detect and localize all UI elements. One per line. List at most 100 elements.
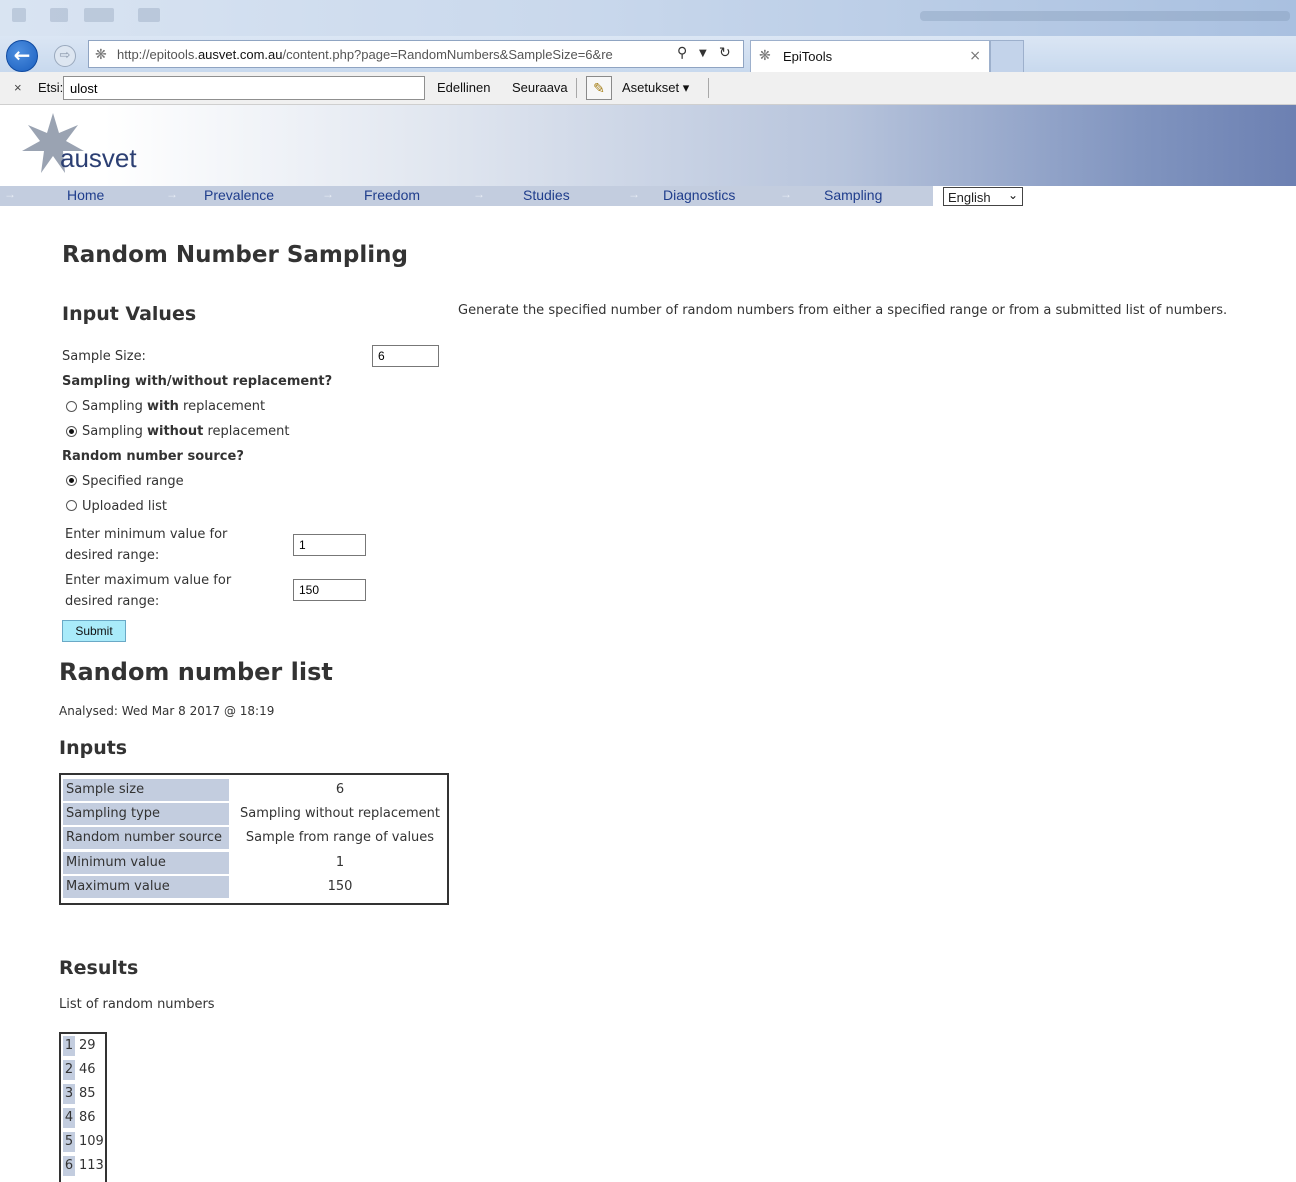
inputs-heading: Inputs: [59, 737, 128, 759]
table-value: 1: [335, 855, 345, 870]
find-label: Etsi:: [38, 80, 64, 95]
close-tab-icon[interactable]: ×: [969, 48, 981, 64]
table-key: Random number source: [63, 827, 229, 849]
quick-access-icon[interactable]: [50, 8, 68, 22]
list-item: 3 85: [63, 1084, 107, 1104]
dropdown-icon[interactable]: ▼: [699, 48, 707, 59]
results-heading: Results: [59, 957, 139, 979]
forward-button[interactable]: ⇨: [54, 45, 76, 67]
new-tab-button[interactable]: [990, 40, 1024, 72]
random-number-list-heading: Random number list: [59, 658, 333, 686]
nav-item-sampling[interactable]: Sampling: [824, 187, 882, 203]
without-replacement-label: Sampling without replacement: [82, 424, 290, 439]
table-row: Sample size 6: [63, 779, 447, 801]
find-previous-button[interactable]: Edellinen: [437, 80, 491, 95]
max-value-label: Enter maximum value for: [65, 573, 232, 588]
specified-range-radio[interactable]: [66, 475, 77, 486]
sample-size-label: Sample Size:: [62, 349, 146, 364]
nav-arrow-icon: →: [780, 187, 792, 201]
with-replacement-radio[interactable]: [66, 401, 77, 412]
list-value: 113: [79, 1158, 104, 1173]
browser-toolbar: ← ⇨ ❋ http://epitools.ausvet.com.au/cont…: [0, 36, 1296, 72]
without-replacement-radio[interactable]: [66, 426, 77, 437]
list-value: 29: [79, 1038, 96, 1053]
browser-tab[interactable]: ❋ EpiTools ×: [750, 40, 990, 72]
nav-arrow-icon: →: [322, 187, 334, 201]
with-replacement-label: Sampling with replacement: [82, 399, 266, 414]
window-titlebar: [0, 0, 1296, 36]
table-value: 150: [327, 879, 353, 894]
table-key: Maximum value: [63, 876, 229, 898]
search-icon[interactable]: ⚲: [677, 45, 687, 61]
window-title: [920, 11, 1290, 21]
list-item: 5 109: [63, 1132, 107, 1152]
find-next-button[interactable]: Seuraava: [512, 80, 568, 95]
random-numbers-table: 1 29 2 46 3 85 4 86 5 109 6 113: [59, 1032, 107, 1182]
nav-arrow-icon: →: [628, 187, 640, 201]
table-row: Sampling type Sampling without replaceme…: [63, 803, 447, 825]
chevron-down-icon: ⌄: [1007, 188, 1018, 202]
table-row: Minimum value 1: [63, 852, 447, 874]
refresh-icon[interactable]: ↻: [719, 45, 731, 61]
highlight-pen-icon[interactable]: ✎: [586, 76, 612, 100]
language-select[interactable]: English ⌄: [943, 187, 1023, 206]
site-favicon-icon: ❋: [95, 47, 107, 63]
quick-access-icon[interactable]: [12, 8, 26, 22]
divider: [576, 78, 577, 98]
min-value-input[interactable]: 1: [293, 534, 366, 556]
nav-item-home[interactable]: Home: [67, 187, 104, 203]
back-button[interactable]: ←: [6, 40, 38, 72]
table-key: Sampling type: [63, 803, 229, 825]
table-row: Random number source Sample from range o…: [63, 827, 447, 849]
find-bar: × Etsi: ulost Edellinen Seuraava ✎ Asetu…: [0, 72, 1296, 105]
list-index: 4: [63, 1108, 75, 1128]
quick-access-icon[interactable]: [138, 8, 160, 22]
undo-icon[interactable]: [84, 8, 114, 22]
find-settings-button[interactable]: Asetukset ▾: [622, 80, 689, 96]
language-value: English: [948, 190, 991, 205]
source-question: Random number source?: [62, 449, 244, 464]
list-value: 86: [79, 1110, 96, 1125]
min-value-label: Enter minimum value for: [65, 527, 228, 542]
input-values-heading: Input Values: [62, 303, 197, 325]
list-item: 2 46: [63, 1060, 107, 1080]
table-key: Minimum value: [63, 852, 229, 874]
list-index: 1: [63, 1036, 75, 1056]
divider: [708, 78, 709, 98]
list-value: 109: [79, 1134, 104, 1149]
address-bar[interactable]: ❋ http://epitools.ausvet.com.au/content.…: [88, 40, 744, 68]
list-item: 4 86: [63, 1108, 107, 1128]
nav-arrow-icon: →: [473, 187, 485, 201]
site-logo-text[interactable]: ausvet: [60, 143, 137, 174]
site-header: ausvet: [0, 105, 1296, 186]
list-index: 6: [63, 1156, 75, 1176]
tab-favicon-icon: ❋: [759, 48, 771, 64]
table-value: 6: [335, 782, 345, 797]
list-caption: List of random numbers: [59, 997, 215, 1012]
page-description: Generate the specified number of random …: [458, 303, 1228, 318]
table-value: Sample from range of values: [245, 830, 435, 845]
min-value-label-2: desired range:: [65, 548, 160, 563]
uploaded-list-radio[interactable]: [66, 500, 77, 511]
nav-item-studies[interactable]: Studies: [523, 187, 570, 203]
nav-item-prevalence[interactable]: Prevalence: [204, 187, 274, 203]
submit-button[interactable]: Submit: [62, 620, 126, 642]
specified-range-label: Specified range: [82, 474, 184, 489]
max-value-label-2: desired range:: [65, 594, 160, 609]
nav-item-freedom[interactable]: Freedom: [364, 187, 420, 203]
tab-title: EpiTools: [783, 49, 833, 64]
main-nav: → Home → Prevalence → Freedom → Studies …: [0, 186, 933, 206]
nav-arrow-icon: →: [4, 187, 16, 201]
replacement-question: Sampling with/without replacement?: [62, 374, 333, 389]
nav-item-diagnostics[interactable]: Diagnostics: [663, 187, 735, 203]
address-url: http://epitools.ausvet.com.au/content.ph…: [117, 47, 613, 62]
table-key: Sample size: [63, 779, 229, 801]
sample-size-input[interactable]: 6: [372, 345, 439, 367]
find-input[interactable]: ulost: [63, 76, 425, 100]
close-find-icon[interactable]: ×: [14, 80, 22, 95]
max-value-input[interactable]: 150: [293, 579, 366, 601]
list-index: 2: [63, 1060, 75, 1080]
list-item: 6 113: [63, 1156, 107, 1176]
table-row: Maximum value 150: [63, 876, 447, 898]
list-value: 46: [79, 1062, 96, 1077]
